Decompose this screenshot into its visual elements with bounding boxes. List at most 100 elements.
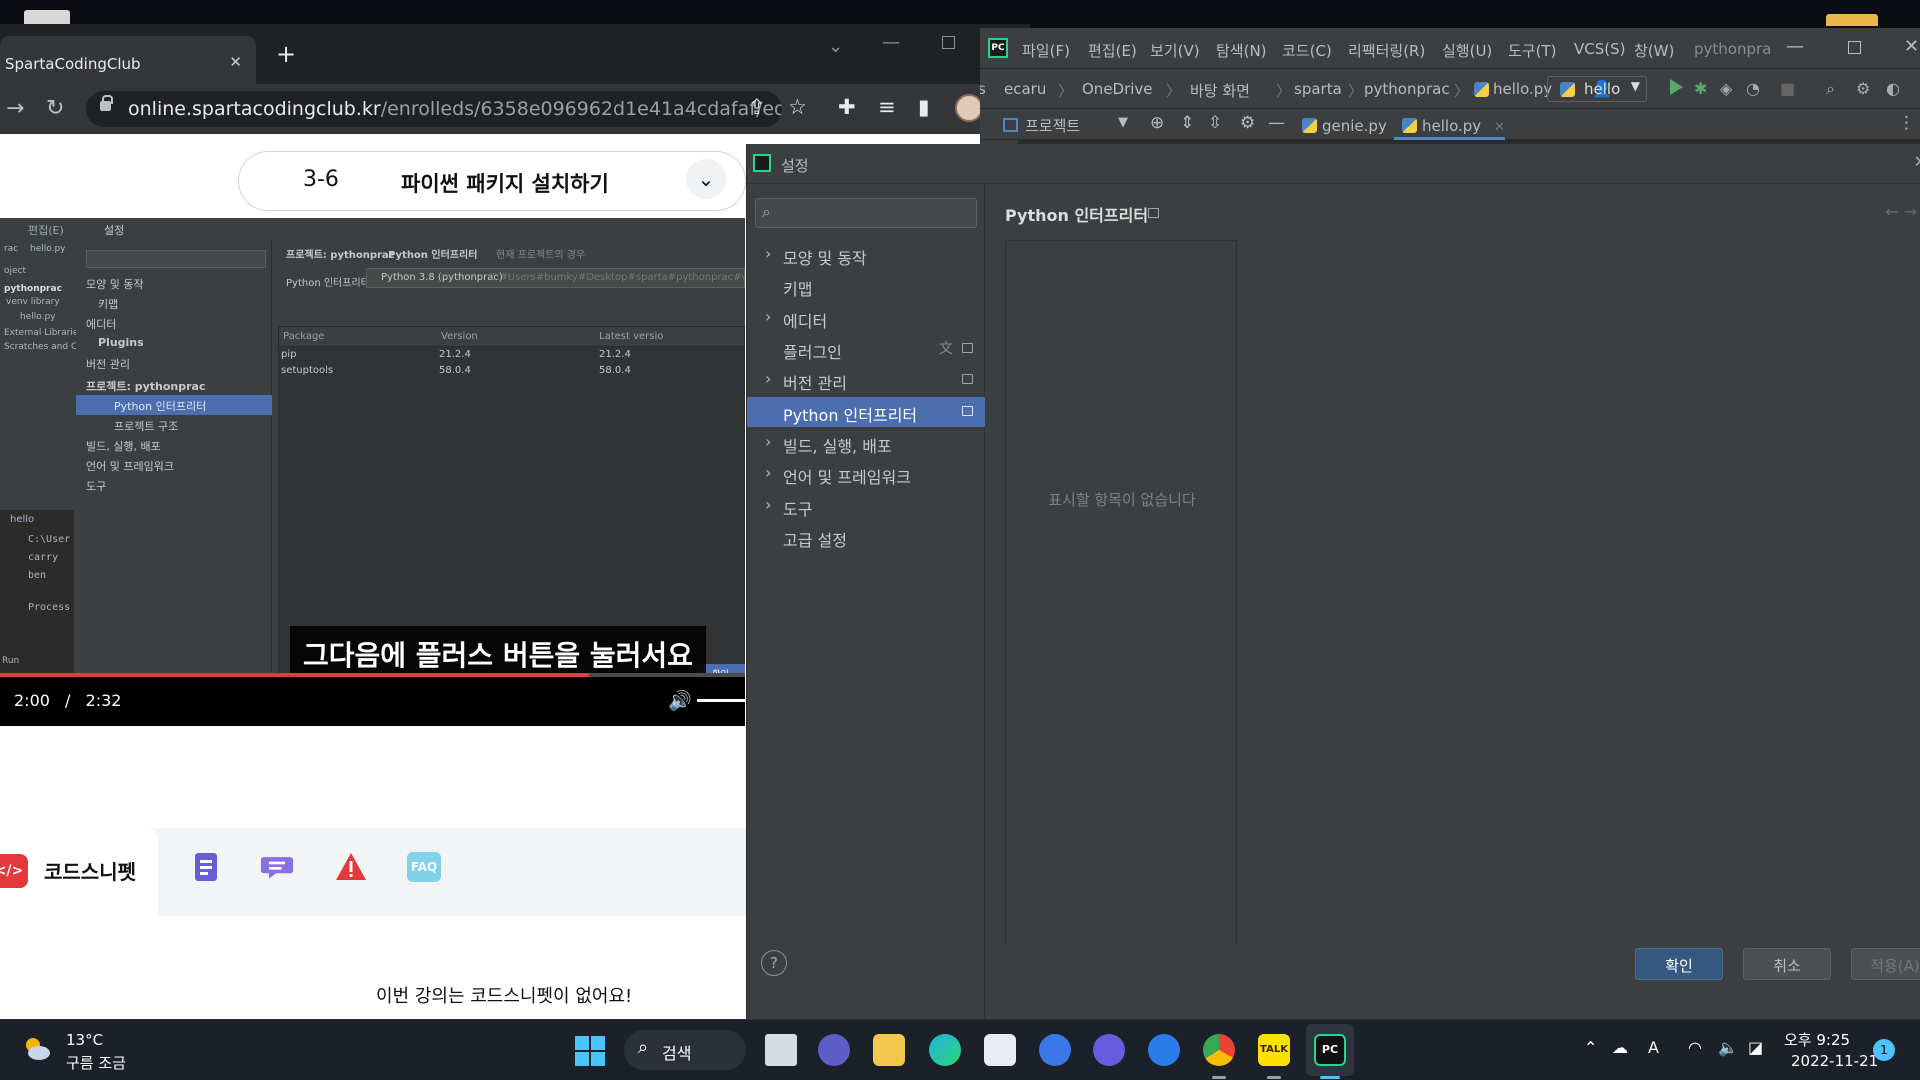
- lock-icon[interactable]: [100, 95, 113, 111]
- settings-nav-editor[interactable]: › 에디터: [747, 303, 985, 333]
- settings-nav-languages[interactable]: › 언어 및 프레임워크: [747, 459, 985, 489]
- copilot-search-icon[interactable]: [1039, 1034, 1071, 1066]
- cancel-button[interactable]: 취소: [1743, 948, 1831, 980]
- settings-search-input[interactable]: ⌕: [755, 198, 977, 228]
- menu-navigate[interactable]: 탐색(N): [1216, 40, 1267, 61]
- back-arrow-icon[interactable]: ←: [1885, 202, 1898, 221]
- settings-nav-tools[interactable]: › 도구: [747, 491, 985, 521]
- maximize-icon[interactable]: [1848, 41, 1861, 54]
- menu-edit[interactable]: 편집(E): [1088, 40, 1137, 61]
- debug-icon[interactable]: ✱: [1694, 79, 1707, 98]
- stop-icon[interactable]: ■: [1780, 79, 1795, 98]
- search-icon[interactable]: ⌕: [1826, 79, 1835, 99]
- edge-icon[interactable]: [929, 1034, 961, 1066]
- settings-nav-vcs[interactable]: › 버전 관리: [747, 365, 985, 395]
- settings-nav-build[interactable]: › 빌드, 실행, 배포: [747, 428, 985, 458]
- task-view-icon[interactable]: [765, 1034, 797, 1066]
- chrome-icon[interactable]: [1203, 1034, 1235, 1066]
- volume-icon[interactable]: 🔈: [1718, 1038, 1738, 1057]
- browser-tab[interactable]: SpartaCodingClub ✕: [0, 36, 256, 84]
- tab-code-snippet[interactable]: </> 코드스니펫: [0, 828, 158, 916]
- ok-button[interactable]: 확인: [1635, 948, 1723, 980]
- profile-run-icon[interactable]: ◔: [1746, 79, 1760, 98]
- apply-button[interactable]: 적용(A): [1851, 948, 1920, 980]
- menu-window[interactable]: 창(W): [1634, 40, 1674, 61]
- tray-overflow-icon[interactable]: ⌃: [1584, 1038, 1597, 1057]
- address-bar[interactable]: online.spartacodingclub.kr/enrolleds/635…: [86, 91, 782, 127]
- bookmark-star-icon[interactable]: ☆: [788, 95, 807, 119]
- chevron-down-icon[interactable]: ⌄: [686, 159, 726, 199]
- menu-run[interactable]: 실행(U): [1442, 40, 1492, 61]
- run-configuration-select[interactable]: hello ▼: [1547, 76, 1647, 102]
- minimize-icon[interactable]: —: [1786, 36, 1804, 57]
- close-icon[interactable]: ✕: [1914, 152, 1920, 171]
- arrow-app-icon[interactable]: [1093, 1034, 1125, 1066]
- extensions-icon[interactable]: ✚: [838, 95, 856, 119]
- settings-nav-appearance[interactable]: › 모양 및 동작: [747, 240, 985, 270]
- gear-icon[interactable]: ⚙: [1240, 113, 1255, 133]
- hide-icon[interactable]: —: [1268, 113, 1285, 133]
- taskbar-search[interactable]: ⌕ 검색: [624, 1030, 746, 1070]
- weather-temperature[interactable]: 13°C: [66, 1031, 103, 1049]
- breadcrumb-item[interactable]: s: [980, 80, 986, 98]
- breadcrumb-item[interactable]: hello.py: [1493, 80, 1552, 98]
- close-tab-icon[interactable]: ✕: [229, 53, 242, 71]
- teams-chat-icon[interactable]: [818, 1034, 850, 1066]
- faq-icon[interactable]: FAQ: [407, 852, 441, 882]
- warning-icon[interactable]: [334, 850, 368, 884]
- wifi-icon[interactable]: ◠: [1688, 1038, 1702, 1057]
- menu-vcs[interactable]: VCS(S): [1574, 40, 1625, 58]
- menu-refactor[interactable]: 리팩터링(R): [1348, 40, 1425, 61]
- menu-file[interactable]: 파일(F): [1022, 40, 1070, 61]
- weather-cloud-icon[interactable]: [22, 1034, 52, 1064]
- store-icon[interactable]: [984, 1034, 1016, 1066]
- breadcrumb-item[interactable]: OneDrive: [1082, 80, 1153, 98]
- file-explorer-icon[interactable]: [873, 1034, 905, 1066]
- new-tab-icon[interactable]: +: [276, 40, 296, 68]
- breadcrumb-item[interactable]: ecaru: [1004, 80, 1046, 98]
- settings-icon[interactable]: ⚙: [1856, 79, 1870, 98]
- forward-icon[interactable]: →: [6, 96, 24, 121]
- bing-icon[interactable]: [1148, 1034, 1180, 1066]
- video-player[interactable]: 편집(E) rac hello.py oject pythonprac venv…: [0, 218, 745, 726]
- breadcrumb-item[interactable]: 바탕 화면: [1190, 80, 1250, 101]
- volume-slider[interactable]: [697, 699, 745, 702]
- menu-tools[interactable]: 도구(T): [1508, 40, 1556, 61]
- checklist-icon[interactable]: [189, 850, 223, 884]
- notification-settings-icon[interactable]: ◪: [1748, 1038, 1763, 1057]
- kakaotalk-icon[interactable]: TALK: [1258, 1034, 1290, 1066]
- folder-icon[interactable]: [1826, 14, 1878, 26]
- clock-time[interactable]: 오후 9:25: [1784, 1029, 1850, 1050]
- settings-nav-plugins[interactable]: 플러그인 文: [747, 334, 985, 364]
- breadcrumb-item[interactable]: pythonprac: [1364, 80, 1450, 98]
- help-icon[interactable]: ?: [761, 950, 787, 976]
- clock-date[interactable]: 2022-11-21: [1791, 1052, 1878, 1070]
- settings-nav-advanced[interactable]: 고급 설정: [747, 522, 985, 552]
- run-icon[interactable]: [1670, 79, 1683, 95]
- windows-start-icon[interactable]: [575, 1036, 605, 1066]
- reading-list-icon[interactable]: ≡: [878, 95, 896, 119]
- lesson-selector[interactable]: 3-6 파이썬 패키지 설치하기 ⌄: [238, 151, 746, 211]
- close-tab-icon[interactable]: ✕: [1494, 120, 1505, 135]
- coverage-icon[interactable]: ◈: [1720, 79, 1732, 98]
- profile-avatar[interactable]: [955, 94, 983, 122]
- tab-search-icon[interactable]: ⌄: [828, 36, 843, 57]
- onedrive-icon[interactable]: ☁: [1612, 1038, 1628, 1057]
- weather-description[interactable]: 구름 조금: [66, 1052, 126, 1073]
- share-icon[interactable]: ⇪: [748, 95, 766, 119]
- input-method-icon[interactable]: A: [1648, 1038, 1659, 1057]
- locate-icon[interactable]: ⊕: [1150, 113, 1164, 133]
- close-icon[interactable]: ✕: [1904, 36, 1919, 57]
- more-icon[interactable]: ⋮: [1898, 113, 1915, 133]
- minimize-icon[interactable]: —: [882, 32, 900, 53]
- settings-nav-keymap[interactable]: 키맵: [747, 271, 985, 301]
- expand-all-icon[interactable]: ⇕: [1180, 113, 1194, 133]
- project-view-label[interactable]: 프로젝트: [1025, 115, 1080, 136]
- chevron-down-icon[interactable]: ▼: [1118, 115, 1128, 130]
- forward-arrow-icon[interactable]: →: [1904, 202, 1917, 221]
- menu-code[interactable]: 코드(C): [1282, 40, 1332, 61]
- editor-tab-genie[interactable]: genie.py: [1294, 109, 1387, 140]
- chat-icon[interactable]: [260, 850, 294, 884]
- menu-view[interactable]: 보기(V): [1150, 40, 1200, 61]
- volume-icon[interactable]: 🔊: [668, 689, 692, 712]
